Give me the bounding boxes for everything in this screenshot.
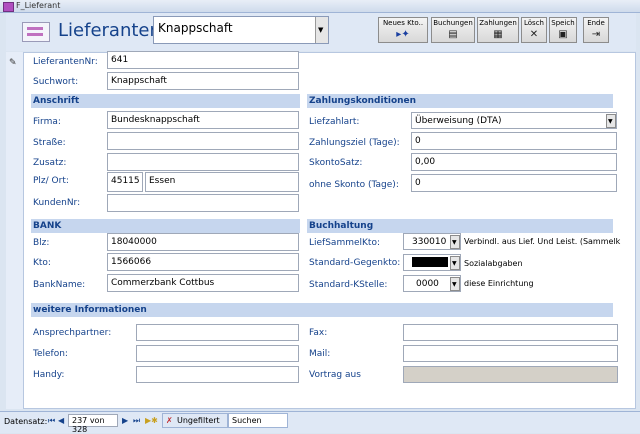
suchwort-label: Suchwort: bbox=[33, 77, 79, 87]
vortrag-field bbox=[403, 366, 618, 383]
supplier-combo-value: Knappschaft bbox=[158, 21, 233, 35]
form-icon bbox=[22, 22, 50, 42]
suchwort-field[interactable]: Knappschaft bbox=[107, 72, 299, 90]
neues-kto-button[interactable]: Neues Kto.. ▸✦ bbox=[378, 17, 428, 43]
liefsammelkto-desc: Verbindl. aus Lief. Und Leist. (Sammelk bbox=[464, 237, 621, 246]
kstelle-field[interactable]: 0000 ▼ bbox=[403, 275, 461, 292]
chevron-down-icon[interactable]: ▼ bbox=[450, 256, 460, 270]
save-button[interactable]: Speich ▣ bbox=[549, 17, 577, 43]
fax-field[interactable] bbox=[403, 324, 618, 341]
liefzahlart-select[interactable]: Überweisung (DTA) ▼ bbox=[411, 112, 617, 129]
fax-label: Fax: bbox=[309, 328, 328, 338]
supplier-combo[interactable]: Knappschaft ▼ bbox=[153, 16, 329, 44]
new-record-icon: ▸✦ bbox=[396, 29, 410, 40]
gegenkto-desc: Sozialabgaben bbox=[464, 259, 523, 268]
ansprechpartner-field[interactable] bbox=[136, 324, 299, 341]
gegenkto-field[interactable]: 611000 ▼ bbox=[403, 254, 461, 271]
lieferantennr-field[interactable]: 641 bbox=[107, 51, 299, 69]
close-icon: ✕ bbox=[529, 29, 539, 40]
last-record-icon[interactable]: ⏭ bbox=[133, 416, 140, 426]
strasse-field[interactable] bbox=[107, 132, 299, 150]
ohne-skonto-field[interactable]: 0 bbox=[411, 174, 617, 192]
window-title: F_Lieferant bbox=[16, 1, 61, 10]
buchhaltung-section: Buchhaltung bbox=[307, 219, 613, 233]
pencil-icon: ✎ bbox=[9, 58, 17, 68]
zahlungskonditionen-section: Zahlungskonditionen bbox=[307, 94, 613, 108]
next-record-icon[interactable]: ▶ bbox=[122, 416, 128, 425]
ansprechpartner-label: Ansprechpartner: bbox=[33, 328, 112, 338]
buchungen-button[interactable]: Buchungen ▤ bbox=[431, 17, 475, 43]
kundennr-field[interactable] bbox=[107, 194, 299, 212]
gegenkto-label: Standard-Gegenkto: bbox=[309, 258, 401, 268]
zahlungsziel-field[interactable]: 0 bbox=[411, 132, 617, 150]
kstelle-desc: diese Einrichtung bbox=[464, 279, 534, 288]
handy-field[interactable] bbox=[136, 366, 299, 383]
bankname-label: BankName: bbox=[33, 280, 86, 290]
telefon-label: Telefon: bbox=[33, 349, 68, 359]
weitere-section: weitere Informationen bbox=[31, 303, 613, 317]
bankname-field[interactable]: Commerzbank Cottbus bbox=[107, 274, 299, 292]
firma-field[interactable]: Bundesknappschaft bbox=[107, 111, 299, 129]
kundennr-label: KundenNr: bbox=[33, 198, 81, 208]
strasse-label: Straße: bbox=[33, 138, 66, 148]
plz-ort-label: Plz/ Ort: bbox=[33, 176, 69, 186]
page-title: Lieferanten bbox=[58, 20, 161, 41]
telefon-field[interactable] bbox=[136, 345, 299, 362]
save-icon: ▣ bbox=[558, 29, 568, 40]
blz-label: Blz: bbox=[33, 238, 50, 248]
new-record-nav-icon[interactable]: ▶✱ bbox=[145, 416, 158, 425]
chevron-down-icon[interactable]: ▼ bbox=[450, 277, 460, 291]
liefzahlart-label: Liefzahlart: bbox=[309, 117, 360, 127]
zahlungsziel-label: Zahlungsziel (Tage): bbox=[309, 138, 400, 148]
kto-field[interactable]: 1566066 bbox=[107, 253, 299, 271]
kto-label: Kto: bbox=[33, 258, 51, 268]
mail-field[interactable] bbox=[403, 345, 618, 362]
previous-record-icon[interactable]: ◀ bbox=[58, 416, 64, 425]
vortrag-label: Vortrag aus bbox=[309, 370, 361, 380]
mail-label: Mail: bbox=[309, 349, 331, 359]
liefsammelkto-label: LiefSammelKto: bbox=[309, 238, 380, 248]
bank-section: BANK bbox=[31, 219, 300, 233]
exit-button[interactable]: Ende ⇥ bbox=[583, 17, 609, 43]
chevron-down-icon[interactable]: ▼ bbox=[315, 17, 328, 43]
zusatz-field[interactable] bbox=[107, 153, 299, 171]
record-selector[interactable] bbox=[6, 52, 24, 409]
filter-toggle[interactable]: Ungefiltert bbox=[162, 413, 228, 428]
firma-label: Firma: bbox=[33, 117, 61, 127]
app-icon bbox=[3, 2, 14, 12]
liefsammelkto-field[interactable]: 330010 ▼ bbox=[403, 233, 461, 250]
kstelle-label: Standard-KStelle: bbox=[309, 280, 388, 290]
blz-field[interactable]: 18040000 bbox=[107, 233, 299, 251]
ort-field[interactable]: Essen bbox=[145, 172, 299, 192]
zahlungen-button[interactable]: Zahlungen ▦ bbox=[477, 17, 519, 43]
anschrift-section: Anschrift bbox=[31, 94, 300, 108]
record-number-input[interactable]: 237 von 328 bbox=[68, 414, 118, 434]
window-titlebar: F_Lieferant bbox=[0, 0, 640, 13]
plz-field[interactable]: 45115 bbox=[107, 172, 143, 192]
search-input[interactable]: Suchen bbox=[228, 413, 288, 428]
skontosatz-label: SkontoSatz: bbox=[309, 158, 363, 168]
ledger-icon: ▤ bbox=[448, 29, 458, 40]
zusatz-label: Zusatz: bbox=[33, 158, 67, 168]
chevron-down-icon[interactable]: ▼ bbox=[450, 235, 460, 249]
delete-button[interactable]: Lösch ✕ bbox=[521, 17, 547, 43]
handy-label: Handy: bbox=[33, 370, 65, 380]
ohne-skonto-label: ohne Skonto (Tage): bbox=[309, 180, 399, 190]
payments-icon: ▦ bbox=[493, 29, 503, 40]
lieferantennr-label: LieferantenNr: bbox=[33, 57, 98, 67]
chevron-down-icon[interactable]: ▼ bbox=[606, 114, 616, 128]
exit-door-icon: ⇥ bbox=[591, 29, 601, 40]
record-label: Datensatz: bbox=[4, 417, 48, 426]
first-record-icon[interactable]: ⏮ bbox=[48, 416, 55, 426]
skontosatz-field[interactable]: 0,00 bbox=[411, 153, 617, 171]
